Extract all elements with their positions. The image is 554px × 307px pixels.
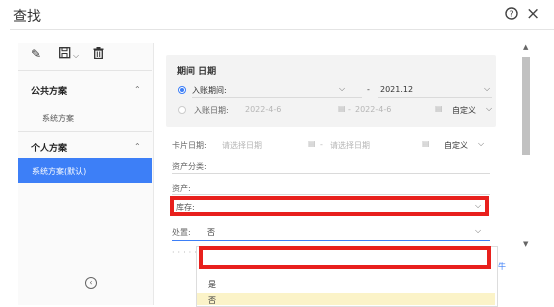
chevron-down-icon[interactable]: ⌵ (478, 139, 484, 149)
custom-dropdown[interactable]: 自定义 (452, 105, 476, 116)
calendar-icon[interactable]: ▤ (422, 139, 430, 148)
posting-date-start[interactable]: 2022-4-6 (245, 105, 281, 114)
help-icon[interactable]: ? (505, 7, 518, 24)
dropdown-option-no[interactable]: 否 (208, 295, 216, 306)
dialog-title: 查找 (13, 9, 41, 25)
period-separator: - (367, 85, 370, 94)
scroll-up-arrow-icon[interactable]: ▲ (523, 43, 528, 51)
edit-icon[interactable]: ✎ (31, 47, 41, 61)
field-underline (172, 173, 490, 174)
period-title: 期间 日期 (177, 67, 217, 77)
delete-icon[interactable] (93, 47, 104, 62)
chevron-up-icon[interactable]: ⌃ (134, 85, 141, 94)
collapse-left-icon[interactable]: ‹ (85, 277, 97, 289)
card-date-label: 卡片日期: (172, 141, 207, 150)
selected-option-background (197, 293, 495, 305)
scrollbar-thumb[interactable] (522, 57, 530, 155)
calendar-icon[interactable]: ▤ (338, 104, 346, 113)
section-personal-label[interactable]: 个人方案 (31, 141, 67, 154)
period-end-value[interactable]: 2021.12 (380, 85, 413, 94)
chevron-down-icon[interactable]: ⌵ (475, 226, 481, 236)
sidebar-divider (18, 131, 152, 132)
date-separator: - (320, 140, 323, 149)
field-underline (172, 194, 490, 195)
calendar-icon[interactable]: ▤ (435, 104, 443, 113)
field-underline (378, 97, 492, 98)
close-icon[interactable]: × (526, 4, 540, 24)
posting-date-end[interactable]: 2022-4-6 (355, 105, 391, 114)
asset-category-label: 资产分类: (172, 162, 207, 171)
card-date-start[interactable]: 请选择日期 (222, 140, 262, 151)
empty-option-highlight[interactable] (199, 246, 491, 269)
chevron-down-icon[interactable]: ⌵ (475, 201, 481, 211)
posting-period-label: 入账期间: (192, 86, 227, 95)
svg-text:?: ? (509, 10, 513, 19)
header-divider (10, 29, 554, 30)
chevron-down-icon[interactable]: ⌵ (339, 84, 345, 94)
sidebar-item-label: 系统方案(默认) (32, 167, 87, 176)
chevron-down-icon[interactable]: ⌵ (486, 104, 492, 114)
save-icon[interactable] (59, 47, 72, 62)
calendar-icon[interactable]: ▤ (308, 139, 316, 148)
scroll-down-arrow-icon[interactable]: ▼ (523, 240, 528, 248)
dropdown-option-yes[interactable]: 是 (208, 279, 216, 290)
disposal-select-value[interactable]: 否 (207, 227, 215, 238)
save-dropdown-chevron-icon[interactable]: ⌵ (73, 51, 79, 61)
date-separator: - (348, 105, 351, 114)
card-date-custom-dropdown[interactable]: 自定义 (444, 140, 468, 151)
focused-underline (172, 240, 490, 241)
disposal-label: 处置: (172, 228, 191, 237)
section-public-label[interactable]: 公共方案 (31, 84, 67, 97)
radio-posting-period[interactable] (178, 86, 186, 94)
card-date-end[interactable]: 请选择日期 (330, 140, 370, 151)
chevron-up-icon[interactable]: ⌃ (134, 142, 141, 151)
sidebar-divider (18, 70, 152, 71)
inventory-label: 库存: (176, 203, 195, 212)
inventory-field-highlight (170, 196, 489, 216)
sidebar-item-system-scheme[interactable]: 系统方案 (42, 113, 74, 124)
field-underline (192, 97, 362, 98)
partial-link-text[interactable]: 牛 (498, 261, 506, 272)
radio-posting-date[interactable] (178, 106, 186, 114)
asset-label: 资产: (172, 184, 191, 193)
posting-date-label: 入账日期: (194, 106, 229, 115)
chevron-down-icon[interactable]: ⌵ (484, 84, 490, 94)
sidebar-item-default-scheme[interactable]: 系统方案(默认) (18, 158, 152, 183)
